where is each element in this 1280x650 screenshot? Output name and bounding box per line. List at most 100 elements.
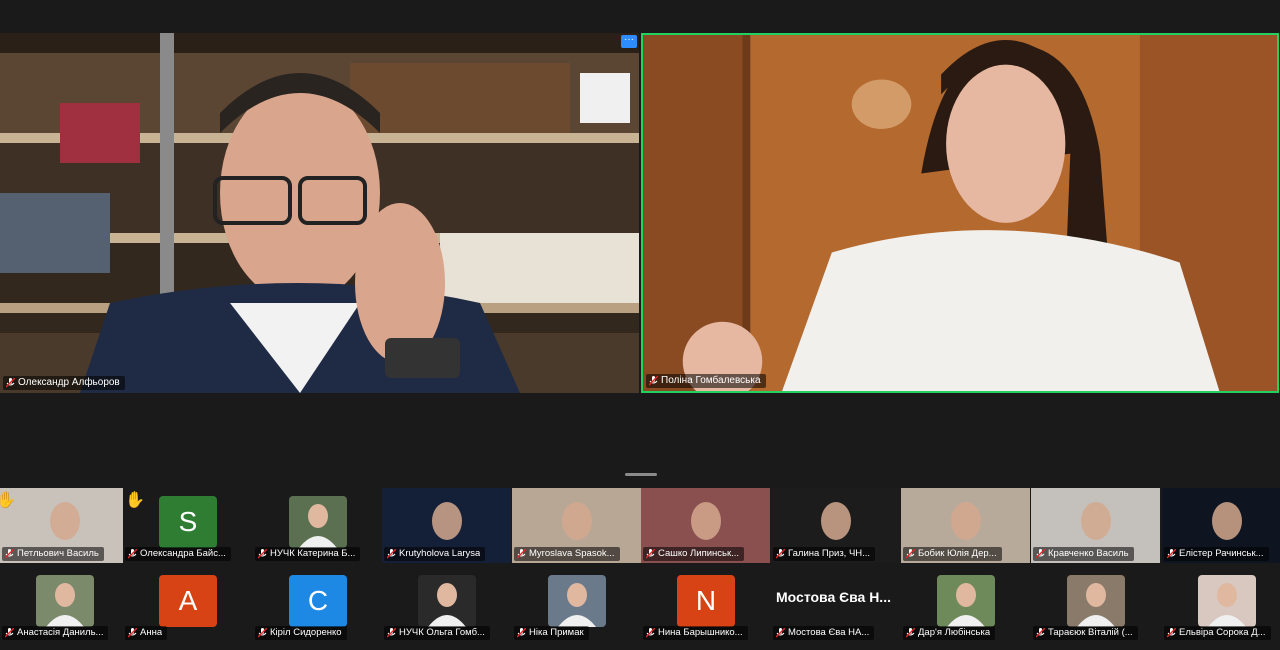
participant-name-label: Анастасія Даниль... — [2, 626, 109, 640]
participant-name: Мостова Єва НА... — [788, 627, 870, 638]
participant-tile[interactable]: Галина Приз, ЧН... — [771, 488, 900, 563]
mic-muted-icon — [646, 548, 655, 559]
participant-name-label: Олександр Алфьоров — [3, 376, 125, 390]
avatar-photo — [1067, 575, 1125, 627]
participant-tile[interactable]: Анастасія Даниль... — [0, 567, 129, 642]
participant-name-label: Нина Барышнико... — [643, 626, 748, 640]
participant-name: Елістер Рачинськ... — [1179, 548, 1264, 559]
avatar-initial: C — [289, 575, 347, 627]
mic-muted-icon — [258, 627, 267, 638]
participant-face — [432, 502, 462, 540]
participant-tile[interactable]: S ✋ Олександра Байс... — [123, 488, 252, 563]
participant-face — [1081, 502, 1111, 540]
mic-muted-icon — [128, 627, 137, 638]
participant-face — [1212, 502, 1242, 540]
mic-muted-icon — [649, 375, 658, 386]
mic-muted-icon — [6, 377, 15, 388]
avatar-photo — [937, 575, 995, 627]
participant-name-label: Ельвіра Сорока Д... — [1164, 626, 1271, 640]
participant-face — [821, 502, 851, 540]
participant-name: Myroslava Spasok... — [529, 548, 615, 559]
avatar-photo — [548, 575, 606, 627]
participant-name-label: Сашко Липинськ... — [643, 547, 745, 561]
gallery-row-2: Анастасія Даниль... A Анна C Кіріл Сидоренко… — [0, 567, 1280, 642]
participant-name: НУЧК Катерина Б... — [270, 548, 356, 559]
mic-muted-icon — [517, 548, 526, 559]
participant-face — [691, 502, 721, 540]
participant-name-label: Мостова Єва НА... — [773, 626, 875, 640]
participant-tile[interactable]: A Анна — [123, 567, 252, 642]
participant-tile[interactable]: C Кіріл Сидоренко — [253, 567, 382, 642]
participant-name: Тараєюк Віталій (... — [1048, 627, 1133, 638]
more-options-button[interactable]: ··· — [621, 35, 637, 48]
participant-tile[interactable]: Кравченко Василь — [1031, 488, 1160, 563]
video-feed — [0, 33, 639, 393]
mic-muted-icon — [128, 548, 137, 559]
participant-name-label: Анна — [125, 626, 168, 640]
mic-muted-icon — [776, 627, 785, 638]
mic-muted-icon — [387, 627, 396, 638]
participant-name-label: Петльович Василь — [2, 547, 104, 561]
video-tile-main-1[interactable]: Олександр Алфьоров ··· — [0, 33, 639, 393]
mic-muted-icon — [776, 548, 785, 559]
participant-display-name: Мостова Єва Н... — [776, 589, 891, 605]
raised-hand-icon: ✋ — [125, 492, 145, 509]
participant-tile[interactable]: Ніка Примак — [512, 567, 641, 642]
participant-tile[interactable]: Myroslava Spasok... — [512, 488, 641, 563]
participant-name: Кіріл Сидоренко — [270, 627, 342, 638]
participant-name: Ельвіра Сорока Д... — [1179, 627, 1266, 638]
mic-muted-icon — [5, 627, 14, 638]
video-tile-main-2[interactable]: Поліна Гомбалевська — [641, 33, 1279, 393]
participant-name: Анастасія Даниль... — [17, 627, 104, 638]
participant-name: НУЧК Ольга Гомб... — [399, 627, 485, 638]
mic-muted-icon — [1167, 548, 1176, 559]
participant-face — [50, 502, 80, 540]
participant-name: Нина Барышнико... — [658, 627, 743, 638]
participant-tile[interactable]: Тараєюк Віталій (... — [1031, 567, 1160, 642]
participant-name-label: Елістер Рачинськ... — [1164, 547, 1269, 561]
participant-name-label: Галина Приз, ЧН... — [773, 547, 876, 561]
avatar-photo — [289, 496, 347, 548]
participant-name: Дар'я Любінська — [918, 627, 991, 638]
participant-tile[interactable]: Krutyholova Larysa — [382, 488, 511, 563]
mic-muted-icon — [1036, 627, 1045, 638]
participant-name: Кравченко Василь — [1048, 548, 1129, 559]
participant-tile[interactable]: Ельвіра Сорока Д... — [1162, 567, 1280, 642]
participant-face — [562, 502, 592, 540]
avatar-photo — [1198, 575, 1256, 627]
mic-muted-icon — [1036, 548, 1045, 559]
participant-name-label: Дар'я Любінська — [903, 626, 996, 640]
participant-tile[interactable]: ✋ Петльович Василь — [0, 488, 129, 563]
participant-name-label: Бобик Юлія Дер... — [903, 547, 1002, 561]
participant-name: Krutyholova Larysa — [399, 548, 481, 559]
mic-muted-icon — [5, 548, 14, 559]
participant-tile[interactable]: НУЧК Ольга Гомб... — [382, 567, 511, 642]
avatar-initial: N — [677, 575, 735, 627]
avatar-photo — [36, 575, 94, 627]
participant-name-label: Myroslava Spasok... — [514, 547, 620, 561]
raised-hand-icon: ✋ — [0, 492, 16, 509]
participant-tile[interactable]: Бобик Юлія Дер... — [901, 488, 1030, 563]
participant-name: Ніка Примак — [529, 627, 584, 638]
gallery-resize-handle[interactable] — [625, 473, 657, 476]
participant-tile[interactable]: Сашко Липинськ... — [641, 488, 770, 563]
participant-tile[interactable]: Елістер Рачинськ... — [1162, 488, 1280, 563]
participant-tile[interactable]: НУЧК Катерина Б... — [253, 488, 382, 563]
mic-muted-icon — [258, 548, 267, 559]
participant-name: Галина Приз, ЧН... — [788, 548, 871, 559]
mic-muted-icon — [646, 627, 655, 638]
participant-face — [951, 502, 981, 540]
participant-name: Сашко Липинськ... — [658, 548, 740, 559]
participant-name: Петльович Василь — [17, 548, 99, 559]
participant-name-label: Кравченко Василь — [1033, 547, 1134, 561]
participant-name: Бобик Юлія Дер... — [918, 548, 997, 559]
avatar-initial: S — [159, 496, 217, 548]
mic-muted-icon — [1167, 627, 1176, 638]
mic-muted-icon — [387, 548, 396, 559]
mic-muted-icon — [906, 627, 915, 638]
mic-muted-icon — [906, 548, 915, 559]
participant-tile[interactable]: Мостова Єва Н... Мостова Єва НА... — [771, 567, 900, 642]
participant-name: Анна — [140, 627, 163, 638]
participant-tile[interactable]: N Нина Барышнико... — [641, 567, 770, 642]
participant-tile[interactable]: Дар'я Любінська — [901, 567, 1030, 642]
